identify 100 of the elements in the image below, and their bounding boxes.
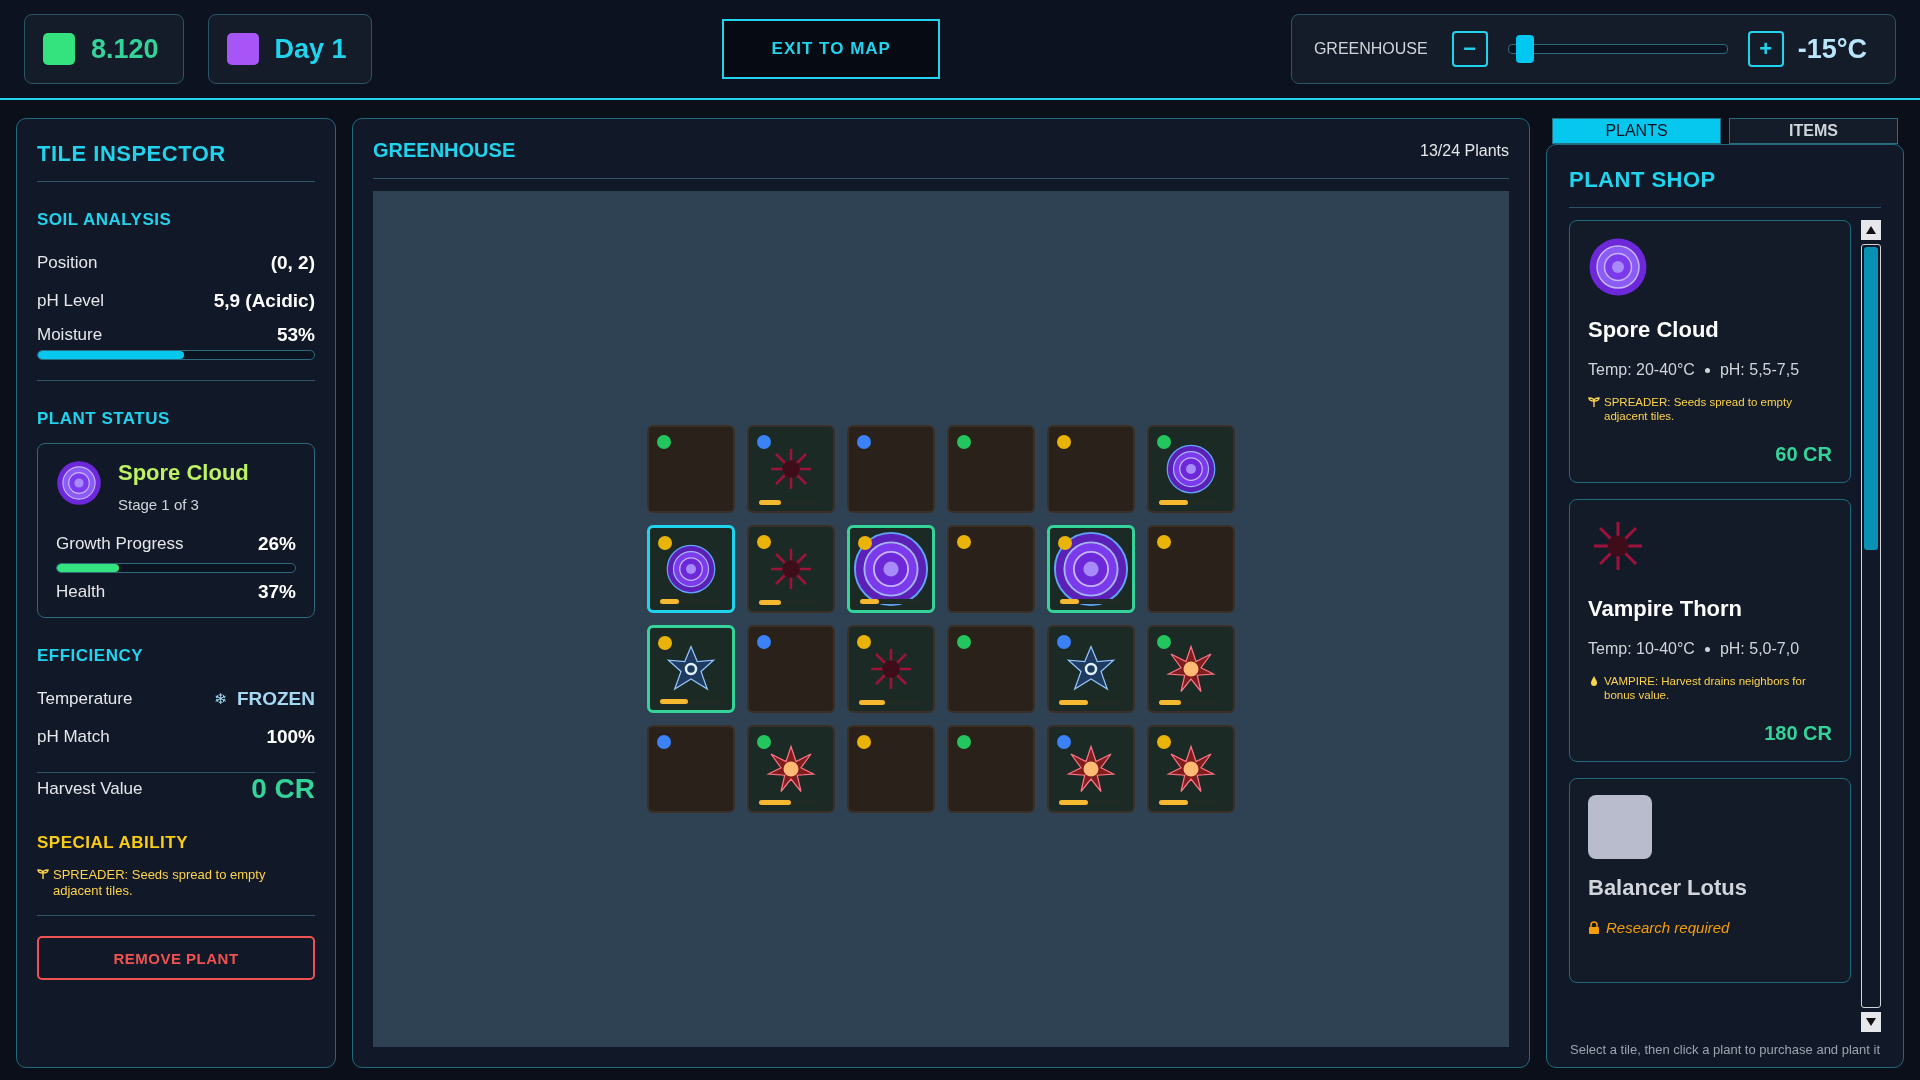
- plant-name: Vampire Thorn: [1588, 596, 1744, 622]
- shop-hint: Select a tile, then click a plant to purchase and plant it: [1569, 1041, 1881, 1057]
- ph-value: 5,9 (Acidic): [213, 290, 315, 312]
- greenhouse-tile[interactable]: [1047, 625, 1135, 713]
- rose-icon: [1588, 237, 1648, 297]
- panel-title: PLANT SHOP: [1569, 167, 1717, 194]
- price: 60 CR: [1774, 443, 1832, 466]
- day-value: Day 1: [274, 33, 347, 65]
- slider-thumb[interactable]: [1516, 35, 1535, 63]
- harvest-label: Harvest Value: [37, 779, 143, 799]
- ph-range: pH: 5,0-7,0: [1719, 640, 1800, 658]
- scroll-down-icon[interactable]: [1861, 1012, 1881, 1032]
- greenhouse-tile[interactable]: [847, 525, 935, 613]
- image-placeholder: [1588, 795, 1652, 859]
- moisture-label: Moisture: [37, 325, 103, 345]
- lock-icon: [1588, 920, 1600, 935]
- temperature-range: Temp: 20-40°C: [1588, 361, 1695, 379]
- greenhouse-tile[interactable]: [1147, 425, 1235, 513]
- temperature-reading: -15°C: [1797, 33, 1867, 65]
- panel-title: GREENHOUSE: [373, 139, 516, 162]
- greenhouse-tile[interactable]: [747, 625, 835, 713]
- temperature-slider[interactable]: [1507, 35, 1728, 63]
- price: 180 CR: [1763, 722, 1832, 745]
- position-value: (0, 2): [270, 252, 315, 274]
- credits-icon: [43, 33, 75, 65]
- exit-to-map-button[interactable]: EXIT TO MAP: [722, 19, 941, 79]
- flame-flower-drawing: [1166, 644, 1216, 694]
- section-heading: EFFICIENCY: [37, 646, 145, 666]
- greenhouse-tile[interactable]: [747, 425, 835, 513]
- greenhouse-tile[interactable]: [747, 725, 835, 813]
- bullet-icon: [1704, 646, 1710, 652]
- greenhouse-tile[interactable]: [847, 625, 935, 713]
- section-heading: PLANT STATUS: [37, 409, 171, 429]
- shop-tab[interactable]: ITEMS: [1729, 118, 1898, 144]
- greenhouse-tile[interactable]: [947, 625, 1035, 713]
- flame-flower-drawing: [766, 744, 816, 794]
- harvest-value: 0 CR: [251, 773, 315, 805]
- sprout-icon: [1588, 396, 1600, 408]
- increase-button[interactable]: +: [1747, 31, 1784, 67]
- plant-name: Balancer Lotus: [1588, 875, 1748, 901]
- plant-name: Spore Cloud: [118, 460, 249, 486]
- plant-stage: Stage 1 of 3: [118, 496, 200, 513]
- greenhouse-tile[interactable]: [947, 525, 1035, 613]
- greenhouse-tile[interactable]: [1147, 725, 1235, 813]
- greenhouse-tile[interactable]: [947, 425, 1035, 513]
- health-value: 37%: [257, 581, 296, 603]
- greenhouse-tile[interactable]: [1047, 425, 1135, 513]
- ability-description: VAMPIRE: Harvest drains neighbors for bonus value.: [1604, 674, 1807, 702]
- greenhouse-tile[interactable]: [747, 525, 835, 613]
- sprout-icon: [37, 868, 49, 880]
- ability-description: SPREADER: Seeds spread to empty adjacent tiles.: [53, 867, 267, 899]
- section-heading: SPECIAL ABILITY: [37, 833, 190, 853]
- moisture-value: 53%: [276, 324, 315, 346]
- plant-card[interactable]: Spore Cloud Temp: 20-40°C pH: 5,5-7,5 SPREADER: Seeds spread to empty adjacent tiles. 60 CR: [1569, 220, 1851, 483]
- greenhouse-tile[interactable]: [647, 725, 735, 813]
- rose-drawing: [1166, 444, 1216, 494]
- rose-drawing: [666, 544, 716, 594]
- greenhouse-tile[interactable]: [1147, 525, 1235, 613]
- ph-match-value: 100%: [266, 726, 315, 748]
- panel-title: TILE INSPECTOR: [37, 141, 227, 168]
- ability-description: SPREADER: Seeds spread to empty adjacent tiles.: [1604, 395, 1793, 423]
- temperature-range: Temp: 10-40°C: [1588, 640, 1695, 658]
- growth-value: 26%: [257, 533, 296, 555]
- plant-card[interactable]: Balancer Lotus Research required: [1569, 778, 1851, 983]
- climate-label: GREENHOUSE: [1313, 40, 1428, 58]
- temperature-status: FROZEN: [236, 688, 315, 710]
- bullet-icon: [1704, 367, 1710, 373]
- drop-icon: [1588, 675, 1600, 687]
- temperature-label: Temperature: [37, 689, 133, 709]
- greenhouse-tile[interactable]: [647, 525, 735, 613]
- rose-icon: [56, 460, 102, 506]
- growth-label: Growth Progress: [56, 534, 184, 554]
- remove-plant-button[interactable]: REMOVE PLANT: [37, 936, 315, 980]
- section-heading: SOIL ANALYSIS: [37, 210, 173, 230]
- position-label: Position: [37, 253, 98, 273]
- plant-count: 13/24 Plants: [1420, 141, 1509, 160]
- greenhouse-tile[interactable]: [647, 425, 735, 513]
- greenhouse-tile[interactable]: [647, 625, 735, 713]
- plant-card[interactable]: Vampire Thorn Temp: 10-40°C pH: 5,0-7,0 VAMPIRE: Harvest drains neighbors for bonus value. 180 CR: [1569, 499, 1851, 762]
- greenhouse-tile[interactable]: [1147, 625, 1235, 713]
- decrease-button[interactable]: −: [1451, 31, 1488, 67]
- flame-flower-drawing: [1166, 744, 1216, 794]
- snowflake-icon: ❄: [214, 690, 227, 708]
- health-label: Health: [56, 582, 106, 602]
- greenhouse-tile[interactable]: [947, 725, 1035, 813]
- greenhouse-tile[interactable]: [847, 725, 935, 813]
- credits-value: 8.120: [91, 33, 159, 65]
- day-icon: [226, 33, 259, 65]
- scrollbar[interactable]: [1861, 220, 1881, 1032]
- greenhouse-tile[interactable]: [1047, 725, 1135, 813]
- ph-label: pH Level: [37, 291, 105, 311]
- greenhouse-tile[interactable]: [847, 425, 935, 513]
- ph-match-label: pH Match: [37, 727, 110, 747]
- ph-range: pH: 5,5-7,5: [1719, 361, 1800, 379]
- research-note: Research required: [1606, 919, 1730, 936]
- greenhouse-tile[interactable]: [1047, 525, 1135, 613]
- shop-tab[interactable]: PLANTS: [1552, 118, 1721, 144]
- scroll-up-icon[interactable]: [1861, 220, 1881, 240]
- flame-flower-drawing: [1066, 744, 1116, 794]
- plant-name: Spore Cloud: [1588, 317, 1720, 343]
